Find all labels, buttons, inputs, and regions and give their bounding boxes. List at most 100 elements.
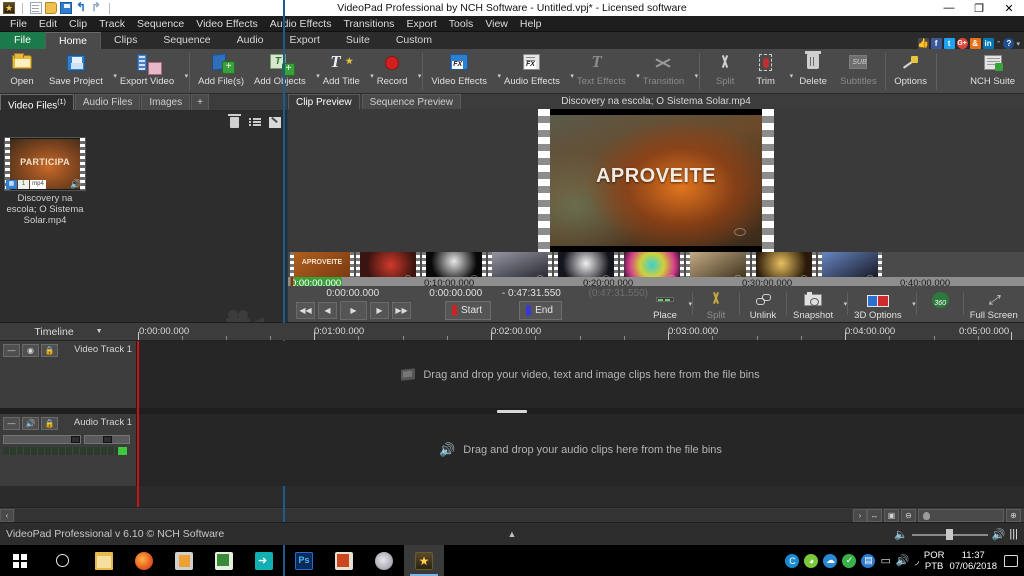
volume-high-icon[interactable]: 🔊 [992, 528, 1006, 541]
filmstrip-cell[interactable] [818, 252, 882, 278]
firefox-icon[interactable] [124, 545, 164, 576]
tab-sequence-preview[interactable]: Sequence Preview [361, 94, 461, 109]
minimize-button[interactable]: — [934, 0, 964, 16]
ribbon-tab-custom[interactable]: Custom [383, 32, 445, 49]
trash-icon[interactable] [226, 113, 243, 131]
clip-filmstrip[interactable]: APROVEITE [288, 252, 1024, 278]
defender-icon[interactable]: ✓ [842, 553, 857, 568]
filmstrip-cell[interactable] [422, 252, 486, 278]
redo-icon[interactable]: ↱ [90, 1, 102, 14]
mute-icon[interactable]: 🔊 [22, 417, 39, 430]
bin-tab-images[interactable]: Images [141, 94, 191, 110]
ribbon-tab-file[interactable]: File [0, 32, 45, 49]
record-button[interactable]: Record ▾ [372, 50, 421, 93]
google-plus-icon[interactable]: G+ [956, 38, 968, 49]
split-preview-button[interactable]: Split [695, 289, 737, 321]
audio-track-body[interactable]: 🔊 Drag and drop your audio clips here fr… [137, 414, 1024, 486]
windows-start-icon[interactable] [0, 545, 40, 576]
place-button[interactable]: Place ▾ [648, 289, 692, 321]
audio-effects-button[interactable]: Audio Effects ▾ [499, 50, 574, 93]
3d-options-button[interactable]: 3D Options ▾ [850, 289, 916, 321]
trim-button[interactable]: Trim ▾ [747, 50, 793, 93]
paint-icon[interactable] [364, 545, 404, 576]
filmstrip-cell[interactable] [554, 252, 618, 278]
expand-icon[interactable] [266, 114, 283, 131]
linkedin-icon[interactable]: in [982, 38, 994, 49]
nch-suite-button[interactable]: NCH Suite [965, 50, 1020, 93]
bin-item[interactable]: PARTICIPA ▦ 1 mp4 🔊 Discovery na escola;… [4, 137, 86, 226]
wifi-icon[interactable]: ◞ [915, 554, 919, 567]
menu-help[interactable]: Help [514, 16, 548, 32]
powerpoint-icon[interactable] [324, 545, 364, 576]
menu-clip[interactable]: Clip [63, 16, 93, 32]
volume-low-icon[interactable]: 🔈 [894, 528, 908, 541]
bin-tab-video-files[interactable]: Video Files(1) [0, 94, 74, 111]
chevron-down-icon[interactable]: ▼ [96, 328, 103, 335]
chevron-down-icon[interactable]: ▾ [912, 300, 916, 308]
full-screen-button[interactable]: ⤢ Full Screen [966, 289, 1022, 321]
set-start-button[interactable]: Start [445, 301, 492, 321]
scroll-left-button[interactable]: ‹ [0, 508, 14, 522]
action-center-icon[interactable] [1004, 554, 1018, 567]
menu-edit[interactable]: Edit [33, 16, 63, 32]
timeline-ruler[interactable]: 0:00:00.000 0:01:00.000 0:02:00.000 0:03… [137, 323, 1024, 340]
cloud-icon[interactable]: C [785, 553, 800, 568]
save-project-button[interactable]: Save Project ▾ [44, 50, 117, 93]
cortana-circle-icon[interactable] [40, 545, 84, 576]
new-icon[interactable] [30, 2, 42, 14]
save-icon[interactable] [60, 2, 72, 14]
bin-tab-add[interactable]: + [191, 94, 209, 110]
menu-audio-effects[interactable]: Audio Effects [264, 16, 338, 32]
filmstrip-cell[interactable] [752, 252, 816, 278]
set-end-button[interactable]: End [519, 301, 562, 321]
facebook-icon[interactable]: f [930, 38, 942, 49]
text-effects-button[interactable]: T Text Effects ▾ [572, 50, 640, 93]
skip-end-icon[interactable]: ▶▶ [392, 302, 411, 320]
master-volume-slider[interactable] [911, 528, 988, 540]
excel-icon[interactable] [204, 545, 244, 576]
maximize-button[interactable]: ❐ [964, 0, 994, 16]
list-view-icon[interactable] [246, 114, 263, 131]
360-button[interactable] [919, 289, 961, 321]
expand-caret-icon[interactable]: ▲ [508, 529, 517, 539]
tab-clip-preview[interactable]: Clip Preview [288, 94, 360, 109]
timeline-zoom-slider[interactable] [918, 508, 1004, 522]
scroll-right-button[interactable]: › [853, 508, 867, 522]
zoom-region-icon[interactable]: ▣ [884, 508, 899, 522]
videopad-icon[interactable] [404, 545, 444, 576]
filmstrip-cell[interactable] [488, 252, 552, 278]
app-icon[interactable] [3, 2, 15, 14]
open-icon[interactable] [45, 2, 57, 14]
video-effects-button[interactable]: Video Effects ▾ [426, 50, 501, 93]
zoom-in-icon[interactable]: ⊕ [1006, 508, 1021, 522]
video-frame[interactable]: APROVEITE [538, 109, 774, 252]
filmstrip-cell[interactable] [356, 252, 420, 278]
chevron-down-icon[interactable]: ▾ [1016, 40, 1020, 48]
subtitles-button[interactable]: Subtitles [835, 50, 881, 93]
security-icon[interactable]: ◕ [804, 553, 819, 568]
menu-sequence[interactable]: Sequence [131, 16, 190, 32]
timeline-playhead[interactable] [137, 341, 139, 507]
timeline-mode-selector[interactable]: Timeline ▼ [0, 323, 137, 340]
thumbs-up-icon[interactable]: 👍 [918, 38, 929, 49]
ribbon-tab-sequence[interactable]: Sequence [150, 32, 223, 49]
delete-button[interactable]: Delete [791, 50, 835, 93]
step-forward-icon[interactable]: ▶ [370, 302, 389, 320]
help-icon[interactable]: ? [1003, 38, 1015, 49]
filmstrip-cell[interactable] [620, 252, 684, 278]
menu-transitions[interactable]: Transitions [337, 16, 400, 32]
media-player-icon[interactable] [164, 545, 204, 576]
open-button[interactable]: Open [0, 50, 44, 93]
close-button[interactable]: ✕ [994, 0, 1024, 16]
bin-tab-audio-files[interactable]: Audio Files [74, 94, 141, 110]
skip-start-icon[interactable]: ◀◀ [296, 302, 315, 320]
menu-tools[interactable]: Tools [443, 16, 480, 32]
network-share-icon[interactable]: ▤ [861, 553, 876, 568]
chevron-down-icon[interactable]: ▾ [688, 300, 692, 308]
undo-icon[interactable]: ↰ [75, 1, 87, 14]
visibility-icon[interactable]: ◉ [22, 344, 39, 357]
export-video-button[interactable]: Export Video ▾ [115, 50, 188, 93]
converter-icon[interactable] [244, 545, 284, 576]
zoom-out-icon[interactable]: ⊖ [901, 508, 916, 522]
language-indicator[interactable]: POR PTB [924, 550, 945, 572]
